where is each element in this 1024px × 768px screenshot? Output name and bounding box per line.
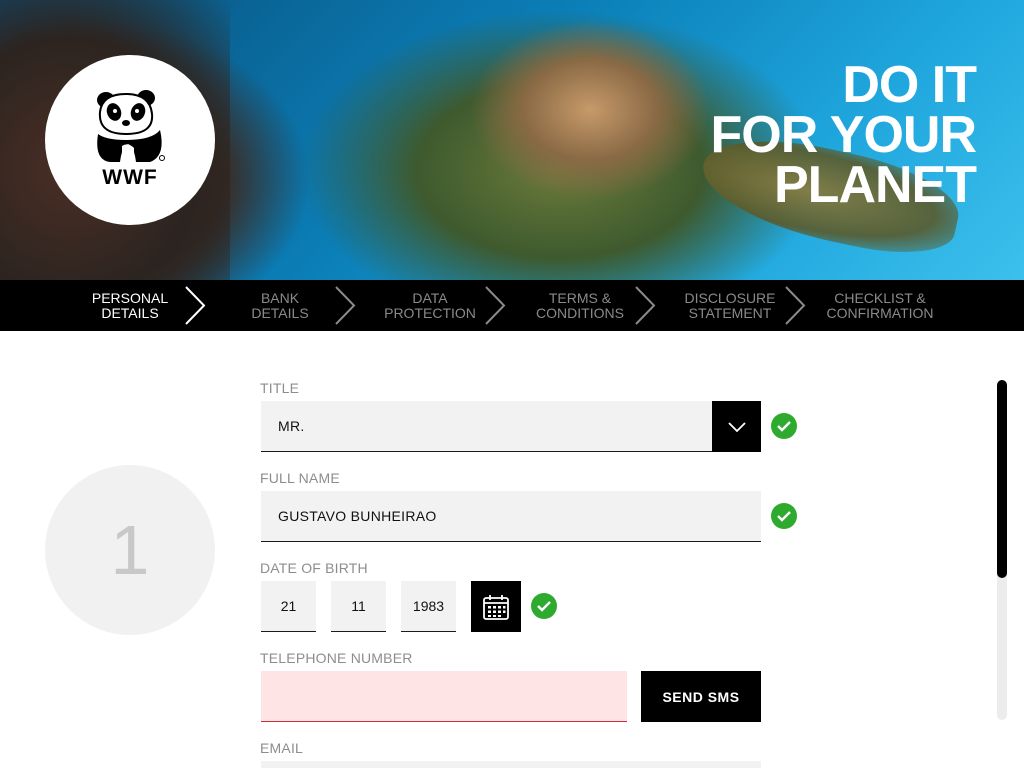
- step-label-line: PERSONAL: [91, 289, 169, 306]
- email-field[interactable]: [261, 761, 761, 768]
- step-label-line: CONDITIONS: [536, 304, 624, 321]
- dob-day-field[interactable]: 21: [261, 581, 316, 632]
- step-label-line: CHECKLIST &: [834, 289, 926, 306]
- title-select[interactable]: MR.: [261, 401, 712, 452]
- email-label: EMAIL: [260, 740, 304, 756]
- title-label: TITLE: [260, 380, 300, 396]
- step-number-badge: 1: [45, 465, 215, 635]
- chevron-right-icon: [183, 286, 207, 325]
- progress-steps: PERSONAL DETAILS BANK DETAILS DATA PROTE…: [0, 280, 1024, 331]
- slogan-line: FOR YOUR: [710, 106, 977, 164]
- step-label-line: DETAILS: [101, 304, 159, 321]
- calendar-button[interactable]: [471, 581, 521, 632]
- step-label-line: DISCLOSURE: [684, 289, 776, 306]
- chevron-right-icon: [333, 286, 357, 325]
- step-checklist-confirmation[interactable]: CHECKLIST & CONFIRMATION: [805, 280, 955, 331]
- hero-slogan: DO IT FOR YOUR PLANET: [710, 56, 977, 214]
- chevron-right-icon: [483, 286, 507, 325]
- wwf-logo[interactable]: WWF: [45, 55, 215, 225]
- telephone-label: TELEPHONE NUMBER: [260, 650, 413, 666]
- step-label: BANK DETAILS: [225, 289, 335, 321]
- step-disclosure-statement[interactable]: DISCLOSURE STATEMENT: [655, 280, 807, 331]
- full-name-field[interactable]: GUSTAVO BUNHEIRAO: [261, 491, 761, 542]
- chevron-down-icon: [727, 421, 746, 432]
- dob-label: DATE OF BIRTH: [260, 560, 368, 576]
- step-label: TERMS & CONDITIONS: [525, 289, 635, 321]
- check-icon: [531, 593, 557, 619]
- step-data-protection[interactable]: DATA PROTECTION: [355, 280, 507, 331]
- step-label: DATA PROTECTION: [375, 289, 485, 321]
- dob-year-field[interactable]: 1983: [401, 581, 456, 632]
- hero-banner: WWF DO IT FOR YOUR PLANET: [0, 0, 1024, 280]
- calendar-icon: [483, 594, 509, 620]
- chevron-right-icon: [783, 286, 807, 325]
- full-name-label: FULL NAME: [260, 470, 340, 486]
- step-personal-details[interactable]: PERSONAL DETAILS: [55, 280, 207, 331]
- panda-icon: [97, 90, 165, 162]
- step-terms-conditions[interactable]: TERMS & CONDITIONS: [505, 280, 657, 331]
- step-label-line: PROTECTION: [384, 304, 476, 321]
- step-label: PERSONAL DETAILS: [75, 289, 185, 321]
- step-label-line: DATA: [412, 289, 448, 306]
- title-select-value: MR.: [278, 418, 305, 434]
- logo-text: WWF: [102, 166, 158, 189]
- dob-year-value: 1983: [412, 598, 445, 614]
- step-label-line: STATEMENT: [688, 304, 772, 321]
- step-label: CHECKLIST & CONFIRMATION: [825, 289, 935, 321]
- full-name-value: GUSTAVO BUNHEIRAO: [278, 508, 437, 524]
- telephone-field[interactable]: [261, 671, 627, 722]
- check-icon: [771, 503, 797, 529]
- step-bank-details[interactable]: BANK DETAILS: [205, 280, 357, 331]
- send-sms-button[interactable]: SEND SMS: [641, 671, 761, 722]
- step-label-line: CONFIRMATION: [826, 304, 934, 321]
- dob-day-value: 21: [280, 598, 297, 614]
- scrollbar-thumb[interactable]: [997, 380, 1007, 578]
- step-label-line: DETAILS: [251, 304, 309, 321]
- dob-month-value: 11: [351, 598, 366, 614]
- dob-month-field[interactable]: 11: [331, 581, 386, 632]
- step-label: DISCLOSURE STATEMENT: [675, 289, 785, 321]
- chevron-right-icon: [633, 286, 657, 325]
- check-icon: [771, 413, 797, 439]
- slogan-line: DO IT: [842, 56, 977, 114]
- step-label-line: BANK: [260, 289, 300, 306]
- slogan-line: PLANET: [774, 156, 977, 214]
- step-label-line: TERMS &: [548, 289, 612, 306]
- title-select-toggle[interactable]: [712, 401, 761, 452]
